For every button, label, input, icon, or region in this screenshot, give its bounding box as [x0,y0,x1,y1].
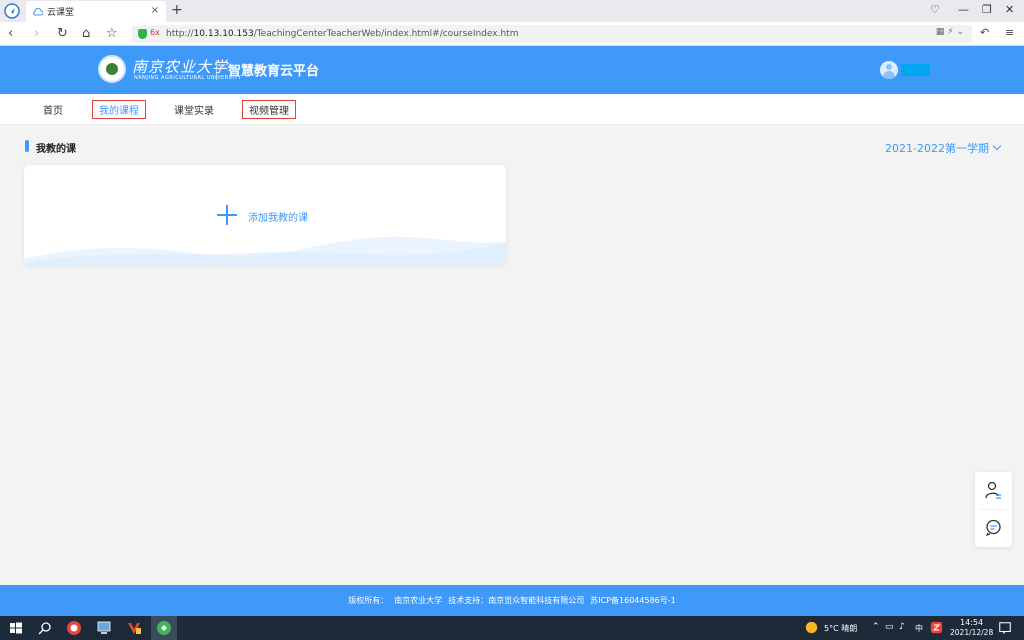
restore-icon[interactable]: ❐ [982,3,992,16]
main-nav: 首页 我的课程 课堂实录 视频管理 [0,94,1024,125]
page-footer: 版权所有： 南京农业大学 技术支持：南京览众智能科技有限公司 苏ICP备1604… [0,585,1024,616]
nav-classroom-records[interactable]: 课堂实录 [174,102,214,117]
footer-support: 技术支持：南京览众智能科技有限公司 [448,596,585,605]
computer-app-icon[interactable] [96,620,112,636]
search-icon[interactable] [37,620,53,636]
notification-icon[interactable] [998,621,1012,635]
header-divider [216,60,217,80]
browser-tab-active[interactable]: 云课堂 × [26,1,166,22]
plus-icon[interactable] [217,205,237,225]
footer-icp[interactable]: 苏ICP备16044586号-1 [590,595,675,606]
ime-indicator[interactable]: 中 [915,623,923,634]
chat-icon[interactable] [985,519,1002,536]
footer-owner: 南京农业大学 [394,596,443,605]
weather-sun-icon[interactable] [805,621,818,634]
browser-tab-bar: 云课堂 × + ♡ — ❐ ✕ [0,0,1024,22]
nav-home[interactable]: 首页 [43,102,63,117]
add-course-label[interactable]: 添加我教的课 [248,209,308,224]
clock-time[interactable]: 14:54 [960,618,983,627]
user-settings-icon[interactable] [985,481,1002,501]
bookmark-star-icon[interactable]: ☆ [106,26,118,41]
add-course-card[interactable]: 添加我教的课 [24,165,506,265]
platform-title: 智慧教育云平台 [228,64,320,79]
sogou-input-icon[interactable] [930,621,943,634]
username-redacted[interactable] [901,64,930,76]
nav-my-courses[interactable]: 我的课程 [92,100,146,119]
tab-title: 云课堂 [47,8,75,18]
new-tab-button[interactable]: + [171,2,183,18]
reload-icon[interactable]: ↻ [57,26,68,41]
undo-icon[interactable]: ↶ [980,26,989,39]
url-path: /TeachingCenterTeacherWeb/index.html#/co… [253,29,519,39]
semester-selector[interactable]: 2021-2022第一学期 [885,140,1002,156]
university-seal-logo[interactable] [98,55,126,83]
cloud-icon [33,7,43,15]
app-header: 南京农业大学 NANJING AGRICULTURAL UNIVERSITY 智… [0,46,1024,94]
forward-icon[interactable]: › [34,26,39,41]
home-icon[interactable]: ⌂ [82,26,90,41]
semester-label: 2021-2022第一学期 [885,142,989,155]
browser-taskbar-icon[interactable] [156,620,172,636]
security-shield-icon [138,29,147,39]
url-prefix: http:// [166,29,194,39]
tray-chevron-icon[interactable]: ⌃ [872,622,880,632]
skin-icon[interactable]: ♡ [930,3,940,16]
footer-copyright-label: 版权所有： [348,596,389,605]
url-tools-icon[interactable]: ▦ ⚡ ⌄ [936,27,964,37]
weather-text[interactable]: 5°C 晴朗 [824,623,857,634]
os-taskbar: 5°C 晴朗 ⌃ ▭ ♪ 中 14:54 2021/12/28 [0,616,1024,640]
browser-logo-icon[interactable] [4,3,20,19]
windows-start-icon[interactable] [8,620,24,636]
panel-divider [981,509,1006,510]
minimize-icon[interactable]: — [958,3,969,16]
chevron-down-icon [992,141,1002,151]
window-close-icon[interactable]: ✕ [1005,3,1014,16]
university-name: 南京农业大学 [132,58,229,76]
menu-icon[interactable]: ≡ [1005,26,1014,39]
nav-video-management[interactable]: 视频管理 [242,100,296,119]
url-input[interactable]: 6x http://10.13.10.153/TeachingCenterTea… [132,25,972,43]
clock-date[interactable]: 2021/12/28 [950,628,993,637]
university-english-name: NANJING AGRICULTURAL UNIVERSITY [134,75,242,81]
volume-icon[interactable]: ♪ [899,622,905,632]
app-red-circle-icon[interactable] [66,620,82,636]
address-bar: ‹ › ↻ ⌂ ☆ 6x http://10.13.10.153/Teachin… [0,22,1024,46]
floating-tool-panel [975,472,1012,547]
wave-decoration [24,236,506,265]
section-accent-bar [25,140,29,152]
network-icon[interactable]: ▭ [885,622,894,632]
shield-count: 6x [150,28,160,37]
app-v-icon[interactable] [126,620,142,636]
back-icon[interactable]: ‹ [8,26,13,41]
tab-close-icon[interactable]: × [151,5,159,16]
url-host: 10.13.10.153 [193,29,254,39]
section-title: 我教的课 [36,144,76,155]
user-avatar[interactable] [880,61,898,79]
